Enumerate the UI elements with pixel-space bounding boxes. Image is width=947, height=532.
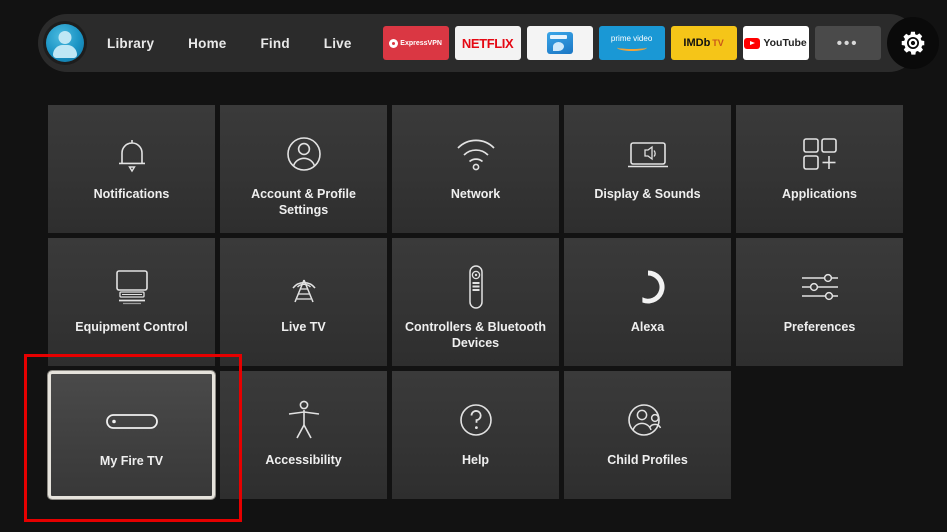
ellipsis-icon: •••: [836, 34, 859, 52]
settings-grid-row: Notifications Account & Profile Settings: [48, 105, 903, 233]
settings-tile-label: Accessibility: [265, 453, 342, 467]
prime-video-label: prime video: [610, 34, 653, 43]
settings-tile-label: Child Profiles: [607, 453, 688, 467]
app-grid-plus-icon: [799, 131, 841, 177]
fire-tv-settings-screen: Library Home Find Live ExpressVPN NETFLI…: [0, 0, 947, 532]
settings-tile-live-tv[interactable]: Live TV: [220, 238, 387, 366]
settings-tile-preferences[interactable]: Preferences: [736, 238, 903, 366]
alexa-ring-icon: [627, 264, 669, 310]
settings-tile-label: Help: [461, 453, 490, 467]
youtube-play-icon: [744, 37, 761, 49]
settings-tile-help[interactable]: Help: [392, 371, 560, 499]
avatar-head: [58, 31, 72, 44]
nav-item-home[interactable]: Home: [171, 30, 243, 57]
settings-tile-equipment-control[interactable]: Equipment Control: [48, 238, 215, 366]
wifi-icon: [453, 131, 499, 177]
settings-tile-notifications[interactable]: Notifications: [48, 105, 215, 233]
settings-tile-label: My Fire TV: [99, 454, 164, 468]
nav-links: Library Home Find Live: [90, 30, 369, 57]
settings-tile-applications[interactable]: Applications: [736, 105, 903, 233]
display-sound-icon: [624, 131, 672, 177]
gear-icon: [901, 31, 925, 55]
bell-icon: [112, 131, 152, 177]
settings-tile-label: Display & Sounds: [594, 187, 701, 201]
amazon-smile-icon: [616, 44, 647, 51]
top-navigation-bar: Library Home Find Live ExpressVPN NETFLI…: [38, 14, 939, 72]
app-tile-imdb-tv[interactable]: IMDb TV: [670, 26, 737, 60]
settings-tile-label: Equipment Control: [75, 320, 188, 334]
settings-tile-label: Controllers & Bluetooth Devices: [405, 320, 546, 350]
settings-grid-row: My Fire TV Accessibility Help Child Prof…: [48, 371, 903, 499]
nav-item-find[interactable]: Find: [243, 30, 306, 57]
app-shortcut-tiles: ExpressVPN NETFLIX prime video IMDb TV Y…: [382, 26, 881, 60]
expressvpn-logo: ExpressVPN: [389, 38, 442, 48]
settings-tile-empty-slot: [736, 371, 903, 499]
child-profiles-icon: [625, 397, 671, 443]
settings-tile-accessibility[interactable]: Accessibility: [220, 371, 388, 499]
settings-grid: Notifications Account & Profile Settings: [48, 105, 903, 504]
settings-tile-account-profile-settings[interactable]: Account & Profile Settings: [220, 105, 387, 233]
expressvpn-dot-icon: [389, 38, 399, 48]
sliders-icon: [796, 264, 844, 310]
tv-remote-icon: [109, 264, 155, 310]
app-tile-more[interactable]: •••: [814, 26, 881, 60]
expressvpn-label: ExpressVPN: [400, 39, 442, 47]
person-circle-icon: [283, 131, 325, 177]
settings-tile-network[interactable]: Network: [392, 105, 559, 233]
settings-tile-label: Notifications: [93, 187, 170, 201]
settings-tile-label: Preferences: [783, 320, 856, 334]
app-tile-netflix[interactable]: NETFLIX: [454, 26, 521, 60]
settings-tile-child-profiles[interactable]: Child Profiles: [564, 371, 732, 499]
settings-tile-label: Network: [450, 187, 501, 201]
question-circle-icon: [455, 397, 497, 443]
settings-tile-label: Alexa: [630, 320, 665, 334]
nav-item-library[interactable]: Library: [90, 30, 171, 57]
settings-tile-label: Applications: [781, 187, 857, 201]
app-tile-prime-video[interactable]: prime video: [598, 26, 665, 60]
settings-tile-my-fire-tv[interactable]: My Fire TV: [48, 371, 216, 499]
avatar-body: [53, 45, 77, 58]
broadcast-tower-icon: [282, 264, 326, 310]
settings-tile-alexa[interactable]: Alexa: [564, 238, 731, 366]
fire-tv-stick-icon: [105, 400, 159, 444]
imdb-tv-suffix: TV: [712, 38, 724, 48]
accessibility-icon: [284, 397, 324, 443]
settings-tile-label: Account & Profile Settings: [251, 187, 356, 217]
settings-tile-display-sounds[interactable]: Display & Sounds: [564, 105, 731, 233]
settings-grid-row: Equipment Control Live TV Controllers & …: [48, 238, 903, 366]
netflix-label: NETFLIX: [461, 35, 514, 51]
settings-gear-button[interactable]: [886, 17, 939, 69]
settings-tile-label: Live TV: [281, 320, 326, 334]
remote-control-icon: [463, 264, 489, 310]
nav-item-live[interactable]: Live: [307, 30, 369, 57]
profile-avatar[interactable]: [46, 24, 84, 62]
app-tile-expressvpn[interactable]: ExpressVPN: [382, 26, 449, 60]
app-tile-file-manager[interactable]: [526, 26, 593, 60]
app-tile-youtube[interactable]: YouTube: [742, 26, 809, 60]
imdb-label: IMDb: [683, 37, 711, 49]
youtube-label: YouTube: [763, 37, 807, 49]
settings-tile-controllers-bluetooth-devices[interactable]: Controllers & Bluetooth Devices: [392, 238, 559, 366]
file-manager-icon: [546, 32, 573, 54]
